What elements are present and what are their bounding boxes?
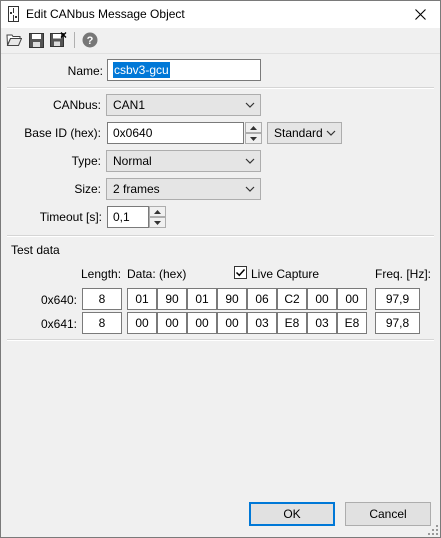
save-as-icon: [49, 32, 66, 47]
toolbar-separator: [74, 32, 75, 48]
chevron-down-icon: [326, 130, 336, 136]
data-byte-cell[interactable]: 03: [247, 312, 277, 334]
data-byte-cell[interactable]: 90: [217, 288, 247, 310]
timeout-up-button[interactable]: [149, 206, 166, 217]
data-byte-cell[interactable]: C2: [277, 288, 307, 310]
id-type-select-value: Standard: [274, 126, 323, 140]
window-title: Edit CANbus Message Object: [26, 7, 185, 21]
name-label: Name:: [67, 64, 103, 78]
ok-button[interactable]: OK: [249, 502, 335, 526]
app-icon: [8, 6, 19, 22]
separator-3-highlight: [7, 340, 434, 341]
base-id-up-button[interactable]: [245, 122, 262, 133]
data-byte-cell[interactable]: E8: [337, 312, 367, 334]
size-select-value: 2 frames: [113, 182, 160, 196]
row-id: 0x640:: [40, 293, 77, 307]
open-button[interactable]: [5, 31, 23, 49]
separator-1-highlight: [7, 88, 434, 89]
data-byte-cell[interactable]: 06: [247, 288, 277, 310]
canbus-label: CANbus:: [52, 98, 101, 112]
timeout-input[interactable]: 0,1: [107, 206, 149, 228]
canbus-select[interactable]: CAN1: [106, 94, 261, 116]
checkmark-icon: [235, 268, 246, 277]
name-input-value: csbv3-gcu: [113, 62, 170, 78]
cancel-button[interactable]: Cancel: [345, 502, 431, 526]
data-byte-cell[interactable]: 03: [307, 312, 337, 334]
id-type-select[interactable]: Standard: [267, 122, 342, 144]
name-input[interactable]: csbv3-gcu: [107, 59, 261, 81]
chevron-down-icon: [245, 102, 255, 108]
base-id-label: Base ID (hex):: [24, 126, 101, 140]
freq-cell: 97,9: [375, 288, 420, 310]
caret-down-icon: [154, 220, 161, 225]
help-icon: ?: [82, 32, 98, 48]
test-data-title: Test data: [11, 243, 60, 257]
data-byte-cell[interactable]: 00: [307, 288, 337, 310]
svg-text:?: ?: [87, 35, 94, 47]
timeout-label: Timeout [s]:: [39, 210, 102, 224]
type-label: Type:: [71, 154, 101, 168]
size-select[interactable]: 2 frames: [106, 178, 261, 200]
base-id-down-button[interactable]: [245, 133, 262, 144]
data-byte-cell[interactable]: 00: [217, 312, 247, 334]
save-as-button[interactable]: [49, 31, 67, 49]
timeout-down-button[interactable]: [149, 217, 166, 228]
caret-up-icon: [154, 209, 161, 214]
folder-open-icon: [6, 34, 22, 46]
resize-grip-icon[interactable]: [428, 525, 438, 535]
chevron-down-icon: [245, 186, 255, 192]
save-button[interactable]: [27, 31, 45, 49]
data-byte-cell[interactable]: 01: [127, 288, 157, 310]
type-select[interactable]: Normal: [106, 150, 261, 172]
chevron-down-icon: [245, 158, 255, 164]
data-byte-cell[interactable]: 00: [127, 312, 157, 334]
freq-header: Freq. [Hz]:: [375, 267, 432, 281]
dialog-window: Edit CANbus Message Object ? Name: csbv3…: [0, 0, 441, 538]
caret-up-icon: [250, 125, 257, 130]
close-icon: [414, 8, 426, 20]
separator-2-highlight: [7, 236, 434, 237]
data-byte-cell[interactable]: E8: [277, 312, 307, 334]
caret-down-icon: [250, 136, 257, 141]
row-id: 0x641:: [40, 317, 77, 331]
title-bar[interactable]: Edit CANbus Message Object: [1, 1, 440, 28]
base-id-spinner[interactable]: [245, 122, 262, 144]
close-button[interactable]: [400, 1, 440, 27]
help-button[interactable]: ?: [81, 31, 99, 49]
size-label: Size:: [74, 182, 101, 196]
length-header: Length:: [81, 267, 122, 281]
timeout-spinner[interactable]: [149, 206, 166, 228]
data-byte-cell[interactable]: 90: [157, 288, 187, 310]
length-cell[interactable]: 8: [82, 312, 122, 334]
live-capture-checkbox[interactable]: [234, 266, 247, 279]
type-select-value: Normal: [113, 154, 152, 168]
toolbar-divider: [1, 53, 440, 54]
canbus-select-value: CAN1: [113, 98, 146, 112]
data-byte-cell[interactable]: 00: [187, 312, 217, 334]
length-cell[interactable]: 8: [82, 288, 122, 310]
live-capture-label: Live Capture: [251, 267, 320, 281]
data-byte-cell[interactable]: 00: [157, 312, 187, 334]
data-byte-cell[interactable]: 00: [337, 288, 367, 310]
data-byte-cell[interactable]: 01: [187, 288, 217, 310]
save-icon: [28, 32, 44, 48]
data-header: Data: (hex): [127, 267, 187, 281]
toolbar: ?: [1, 28, 440, 53]
freq-cell: 97,8: [375, 312, 420, 334]
base-id-input[interactable]: 0x0640: [107, 122, 244, 144]
